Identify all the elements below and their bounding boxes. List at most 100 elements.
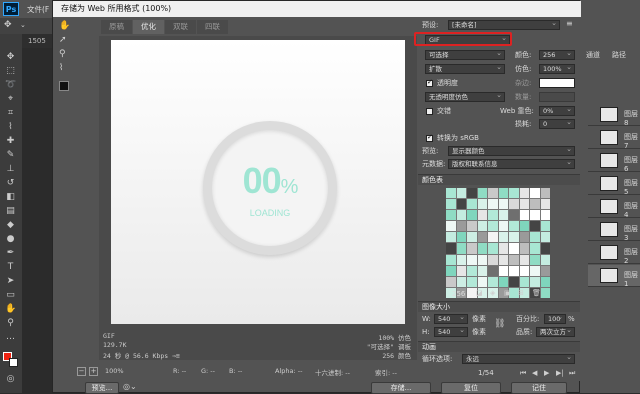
zoom-level[interactable]: 100% <box>105 367 124 375</box>
color-swatch[interactable] <box>530 199 540 210</box>
color-swatch[interactable] <box>488 210 498 221</box>
lossy-field[interactable]: 0 <box>539 118 575 129</box>
remember-button[interactable]: 记住 <box>511 382 567 394</box>
color-swatch[interactable] <box>540 188 550 199</box>
color-swatch[interactable] <box>540 199 550 210</box>
stamp-tool-icon[interactable]: ⊥ <box>5 164 16 175</box>
interlaced-checkbox[interactable] <box>426 108 433 115</box>
color-swatch[interactable] <box>540 254 550 265</box>
reduction-select[interactable]: 可选择 <box>425 49 505 60</box>
preview-select[interactable]: 显示器颜色 <box>448 145 575 156</box>
first-frame-icon[interactable]: ⏮ <box>520 369 526 378</box>
document-tab[interactable]: 1505 <box>22 34 55 48</box>
color-swatch[interactable] <box>498 254 508 265</box>
blur-tool-icon[interactable]: ◆ <box>5 220 16 231</box>
color-swatch[interactable] <box>540 276 550 287</box>
map-transparent-icon[interactable]: ◪ <box>476 289 483 297</box>
quality-select[interactable]: 两次立方 <box>536 326 575 337</box>
background-color-swatch[interactable] <box>9 358 18 367</box>
color-swatch[interactable] <box>446 232 456 243</box>
tab-original[interactable]: 原稿 <box>101 20 132 34</box>
color-swatch[interactable] <box>467 254 477 265</box>
color-swatch[interactable] <box>540 210 550 221</box>
color-swatch[interactable] <box>456 243 466 254</box>
layer-row[interactable]: 图层 6 <box>588 150 640 173</box>
link-icon[interactable]: ⛓ <box>494 319 505 329</box>
shape-tool-icon[interactable]: ▭ <box>5 290 16 301</box>
color-swatch[interactable] <box>530 254 540 265</box>
color-swatch[interactable] <box>477 210 487 221</box>
web-shift-icon[interactable]: ◈ <box>490 289 495 297</box>
color-swatch[interactable] <box>456 199 466 210</box>
color-swatch[interactable] <box>509 254 519 265</box>
color-swatch[interactable] <box>530 188 540 199</box>
color-swatch[interactable] <box>530 221 540 232</box>
color-swatch[interactable] <box>477 254 487 265</box>
color-swatch[interactable] <box>467 276 477 287</box>
color-swatch[interactable] <box>530 210 540 221</box>
metadata-select[interactable]: 版权和联系信息 <box>448 158 575 169</box>
color-swatch[interactable] <box>519 221 529 232</box>
color-swatch[interactable] <box>446 254 456 265</box>
color-swatch[interactable] <box>488 232 498 243</box>
save-button[interactable]: 存储... <box>371 382 431 394</box>
info-download-time[interactable]: 24 秒 @ 56.6 Kbps ⇒≡ <box>103 350 180 360</box>
quick-select-icon[interactable]: ⌖ <box>5 94 16 105</box>
color-swatch[interactable] <box>488 199 498 210</box>
layer-row[interactable]: 图层 7 <box>588 127 640 150</box>
color-swatch[interactable] <box>519 188 529 199</box>
move-tool-icon[interactable]: ✥ <box>4 20 12 30</box>
eyedropper-color-swatch[interactable] <box>59 81 69 91</box>
dodge-tool-icon[interactable]: ● <box>5 234 16 245</box>
color-swatch[interactable] <box>540 287 550 298</box>
transparency-dither-select[interactable]: 无透明度仿色 <box>425 91 505 102</box>
more-tools-icon[interactable]: … <box>5 332 16 343</box>
color-swatch[interactable] <box>519 210 529 221</box>
color-swatch[interactable] <box>446 199 456 210</box>
color-swatch[interactable] <box>509 276 519 287</box>
web-snap-field[interactable]: 0% <box>539 105 575 116</box>
color-swatch[interactable] <box>540 221 550 232</box>
dither-amount-field[interactable]: 100% <box>539 63 575 74</box>
color-swatch[interactable] <box>509 188 519 199</box>
color-swatch[interactable] <box>456 188 466 199</box>
color-swatch[interactable] <box>488 188 498 199</box>
color-swatch[interactable] <box>498 210 508 221</box>
reset-button[interactable]: 复位 <box>441 382 501 394</box>
amount-field[interactable] <box>539 92 575 102</box>
layer-row[interactable]: 图层 8 <box>588 104 640 127</box>
menu-icon[interactable]: ≡ <box>566 19 573 28</box>
color-swatch[interactable] <box>467 221 477 232</box>
color-swatch[interactable] <box>446 210 456 221</box>
color-swatch[interactable] <box>509 210 519 221</box>
color-swatch[interactable] <box>456 232 466 243</box>
color-swatch[interactable] <box>498 188 508 199</box>
color-swatch[interactable] <box>467 210 477 221</box>
hand-tool-icon[interactable]: ✋ <box>5 304 16 315</box>
color-swatch[interactable] <box>456 265 466 276</box>
tab-optimized[interactable]: 优化 <box>133 20 164 34</box>
layer-row[interactable]: 图层 2 <box>588 242 640 265</box>
color-swatch[interactable] <box>540 265 550 276</box>
marquee-tool-icon[interactable]: ⬚ <box>5 66 16 77</box>
color-swatch[interactable] <box>488 221 498 232</box>
path-select-icon[interactable]: ➤ <box>5 276 16 287</box>
color-swatch[interactable] <box>477 265 487 276</box>
color-swatch[interactable] <box>509 265 519 276</box>
color-swatch[interactable] <box>530 232 540 243</box>
color-swatch[interactable] <box>519 199 529 210</box>
move-tool-icon[interactable]: ✥ <box>5 52 16 63</box>
tab-4-up[interactable]: 四联 <box>197 20 228 34</box>
color-swatch[interactable] <box>519 232 529 243</box>
color-swatch[interactable] <box>488 243 498 254</box>
color-swatch[interactable] <box>488 276 498 287</box>
layer-row[interactable]: 图层 4 <box>588 196 640 219</box>
delete-color-icon[interactable]: 🗑 <box>532 289 541 297</box>
color-swatch[interactable] <box>498 276 508 287</box>
color-swatch[interactable] <box>467 265 477 276</box>
color-swatch[interactable] <box>530 276 540 287</box>
zoom-in-icon[interactable]: + <box>89 367 98 376</box>
preview-button[interactable]: 预览... <box>85 382 119 394</box>
tab-paths[interactable]: 路径 <box>612 50 626 60</box>
percent-field[interactable]: 100 <box>544 313 566 324</box>
